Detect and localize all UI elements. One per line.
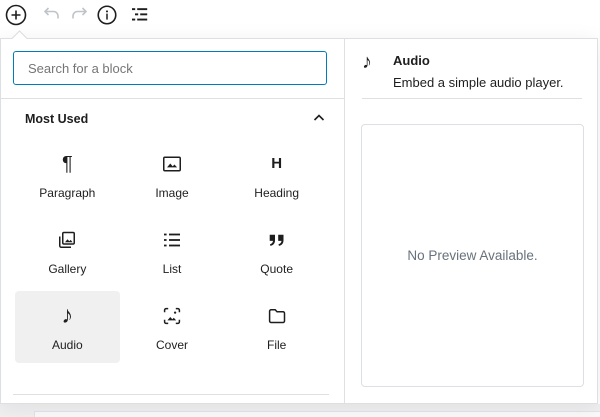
redo-button[interactable] [66, 2, 92, 28]
block-inserter-button[interactable] [3, 2, 29, 28]
file-folder-icon [265, 303, 289, 329]
block-inserter-popover: Most Used ¶ Paragraph Image [0, 38, 598, 404]
block-item-quote[interactable]: Quote [224, 215, 329, 287]
block-item-image[interactable]: Image [120, 139, 225, 211]
content-structure-button[interactable] [94, 2, 120, 28]
divider [13, 394, 329, 395]
info-circle-icon [95, 3, 119, 27]
block-item-file[interactable]: File [224, 291, 329, 363]
block-item-list[interactable]: List [120, 215, 225, 287]
block-item-audio[interactable]: ♪ Audio [15, 291, 120, 363]
audio-note-icon: ♪ [362, 52, 380, 91]
no-preview-message: No Preview Available. [407, 248, 537, 263]
quote-icon [265, 227, 289, 253]
block-preview-panel: ♪ Audio Embed a simple audio player. No … [346, 39, 598, 403]
block-item-gallery[interactable]: Gallery [15, 215, 120, 287]
block-item-label: Heading [254, 186, 299, 200]
search-input[interactable] [13, 51, 327, 85]
block-item-label: List [163, 262, 182, 276]
block-item-heading[interactable]: H Heading [224, 139, 329, 211]
popover-arrow [8, 27, 32, 39]
editor-canvas-edge [34, 411, 600, 417]
undo-button[interactable] [39, 2, 65, 28]
chevron-up-icon [310, 109, 328, 130]
preview-box: No Preview Available. [361, 124, 584, 387]
preview-header: ♪ Audio Embed a simple audio player. [362, 52, 584, 91]
category-title: Most Used [25, 112, 88, 126]
list-icon [160, 227, 184, 253]
editor-toolbar [0, 0, 600, 38]
block-grid: ¶ Paragraph Image H Heading [15, 139, 329, 363]
block-item-label: File [267, 338, 286, 352]
redo-icon [67, 3, 91, 27]
divider [362, 98, 582, 99]
block-item-label: Quote [260, 262, 293, 276]
category-most-used-toggle[interactable]: Most Used [25, 107, 328, 131]
block-list-panel: Most Used ¶ Paragraph Image [1, 39, 345, 403]
divider [1, 98, 344, 99]
block-item-label: Image [155, 186, 188, 200]
paragraph-icon: ¶ [62, 151, 73, 177]
plus-circle-icon [4, 3, 28, 27]
block-item-label: Audio [52, 338, 83, 352]
cover-icon [160, 303, 184, 329]
block-item-paragraph[interactable]: ¶ Paragraph [15, 139, 120, 211]
block-item-label: Cover [156, 338, 188, 352]
page-background [0, 404, 600, 417]
block-navigation-button[interactable] [127, 2, 153, 28]
preview-description: Embed a simple audio player. [393, 74, 564, 91]
block-item-cover[interactable]: Cover [120, 291, 225, 363]
image-icon [160, 151, 184, 177]
block-item-label: Paragraph [39, 186, 95, 200]
preview-title: Audio [393, 52, 564, 69]
list-view-icon [128, 3, 152, 27]
block-item-label: Gallery [48, 262, 86, 276]
gallery-icon [55, 227, 79, 253]
heading-icon: H [271, 151, 282, 177]
undo-icon [40, 3, 64, 27]
audio-note-icon: ♪ [61, 303, 73, 329]
